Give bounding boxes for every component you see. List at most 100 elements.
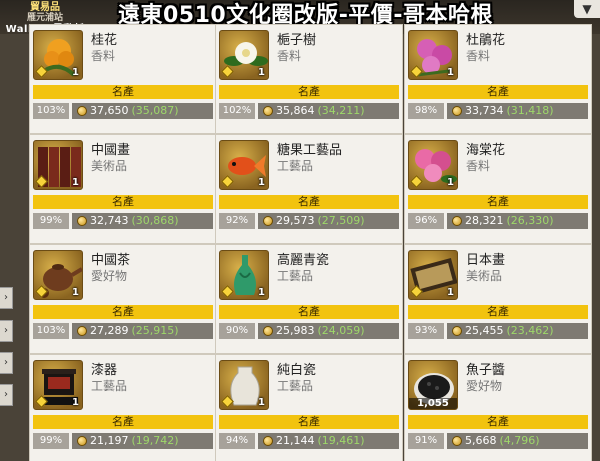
specialty-badge: 名產: [408, 195, 588, 209]
trade-item-card[interactable]: 1日本畫美術品名產93%25,45523,462: [404, 244, 592, 354]
base-price: 26,330: [507, 214, 554, 227]
trade-item-card[interactable]: 1中國畫美術品名產99%32,74330,868: [29, 134, 217, 244]
coin-icon: [263, 436, 273, 446]
sell-price: 21,144: [276, 434, 315, 447]
item-name: 漆器: [91, 363, 118, 378]
base-price: 4,796: [500, 434, 540, 447]
price-box: 33,73431,418: [447, 103, 588, 119]
price-box: 37,65035,087: [72, 103, 213, 119]
item-category: 工藝品: [277, 379, 314, 393]
price-box: 21,14419,461: [258, 433, 399, 449]
pin-icon[interactable]: ▼: [574, 0, 600, 18]
teapot-icon: 1: [33, 250, 83, 300]
price-percent: 93%: [408, 323, 444, 339]
osmanthus-icon: 1: [33, 30, 83, 80]
specialty-badge: 名產: [33, 305, 213, 319]
item-name: 桂花: [91, 33, 118, 48]
item-name: 魚子醬: [466, 363, 506, 378]
item-quantity: 1: [72, 67, 79, 78]
base-price: 34,211: [318, 104, 365, 117]
price-percent: 94%: [219, 433, 255, 449]
celadon-vase-icon: 1: [219, 250, 269, 300]
base-price: 19,461: [318, 434, 365, 447]
item-name: 純白瓷: [277, 363, 317, 378]
price-box: 21,19719,742: [72, 433, 213, 449]
edge-tab-arrow-4[interactable]: ›: [0, 384, 13, 406]
price-percent: 103%: [33, 323, 69, 339]
base-price: 24,059: [318, 324, 365, 337]
sell-price: 27,289: [90, 324, 129, 337]
sell-price: 21,197: [90, 434, 129, 447]
item-name: 中國畫: [91, 143, 131, 158]
coin-icon: [452, 106, 462, 116]
coin-icon: [452, 326, 462, 336]
logo-line-1: 貿易品: [30, 2, 60, 13]
trade-item-card[interactable]: 1 梔子樹香料名產 102% 35,86434,211: [215, 24, 403, 134]
price-box: 28,32126,330: [447, 213, 588, 229]
item-category: 工藝品: [277, 269, 314, 283]
coin-icon: [263, 216, 273, 226]
price-box: 29,57327,509: [258, 213, 399, 229]
sell-price: 33,734: [465, 104, 504, 117]
item-name: 海棠花: [466, 143, 506, 158]
trade-item-card[interactable]: 1 桂花香料名產 103%37,65035,087: [29, 24, 217, 134]
azalea-icon: 1: [408, 30, 458, 80]
sell-price: 5,668: [465, 434, 497, 447]
edge-tab-arrow-2[interactable]: ›: [0, 320, 13, 342]
item-name: 日本畫: [466, 253, 506, 268]
price-box: 5,6684,796: [447, 433, 588, 449]
item-category: 香料: [277, 49, 302, 63]
price-box: 25,45523,462: [447, 323, 588, 339]
edge-tab-arrow-3[interactable]: ›: [0, 352, 13, 374]
item-quantity: 1: [72, 177, 79, 188]
item-category: 美術品: [91, 159, 128, 173]
item-quantity: 1: [258, 177, 265, 188]
price-percent: 102%: [219, 103, 255, 119]
price-percent: 103%: [33, 103, 69, 119]
trade-item-card[interactable]: 1杜鵑花香料名產98%33,73431,418: [404, 24, 592, 134]
item-quantity: 1,055: [409, 398, 457, 409]
sell-price: 37,650: [90, 104, 129, 117]
item-quantity: 1: [258, 397, 265, 408]
gardenia-icon: 1: [219, 30, 269, 80]
folding-screen-icon: 1: [33, 140, 83, 190]
base-price: 25,915: [132, 324, 179, 337]
begonia-icon: 1: [408, 140, 458, 190]
sell-price: 35,864: [276, 104, 315, 117]
sell-price: 32,743: [90, 214, 129, 227]
edge-tab-arrow-1[interactable]: ›: [0, 287, 13, 309]
trade-item-card[interactable]: 1純白瓷工藝品名產94%21,14419,461: [215, 354, 403, 461]
item-name: 梔子樹: [277, 33, 317, 48]
item-category: 香料: [466, 49, 491, 63]
specialty-badge: 名產: [408, 415, 588, 429]
price-percent: 99%: [33, 433, 69, 449]
base-price: 19,742: [132, 434, 179, 447]
base-price: 27,509: [318, 214, 365, 227]
specialty-badge: 名產: [219, 415, 399, 429]
coin-icon: [77, 436, 87, 446]
trade-item-card[interactable]: 1 中國茶愛好物名產 103% 27,28925,915: [29, 244, 217, 354]
item-name: 中國茶: [91, 253, 131, 268]
specialty-badge: 名產: [219, 85, 399, 99]
coin-icon: [452, 216, 462, 226]
item-category: 愛好物: [91, 269, 128, 283]
item-category: 工藝品: [91, 379, 128, 393]
trade-item-card[interactable]: 1漆器工藝品名產99%21,19719,742: [29, 354, 217, 461]
trade-item-card[interactable]: 1糖果工藝品工藝品名產92%29,57327,509: [215, 134, 403, 244]
item-quantity: 1: [72, 397, 79, 408]
item-category: 香料: [91, 49, 116, 63]
trade-item-card[interactable]: 1高麗青瓷工藝品名產90%25,98324,059: [215, 244, 403, 354]
item-quantity: 1: [72, 287, 79, 298]
specialty-badge: 名產: [33, 415, 213, 429]
specialty-badge: 名產: [219, 305, 399, 319]
item-name: 糖果工藝品: [277, 143, 343, 158]
specialty-badge: 名產: [408, 305, 588, 319]
trade-item-card[interactable]: 1,055魚子醬愛好物名產91%5,6684,796: [404, 354, 592, 461]
trade-item-card[interactable]: 1海棠花香料名產96%28,32126,330: [404, 134, 592, 244]
price-box: 25,98324,059: [258, 323, 399, 339]
coin-icon: [77, 326, 87, 336]
item-category: 工藝品: [277, 159, 314, 173]
specialty-badge: 名產: [219, 195, 399, 209]
coin-icon: [77, 216, 87, 226]
specialty-badge: 名產: [33, 85, 213, 99]
